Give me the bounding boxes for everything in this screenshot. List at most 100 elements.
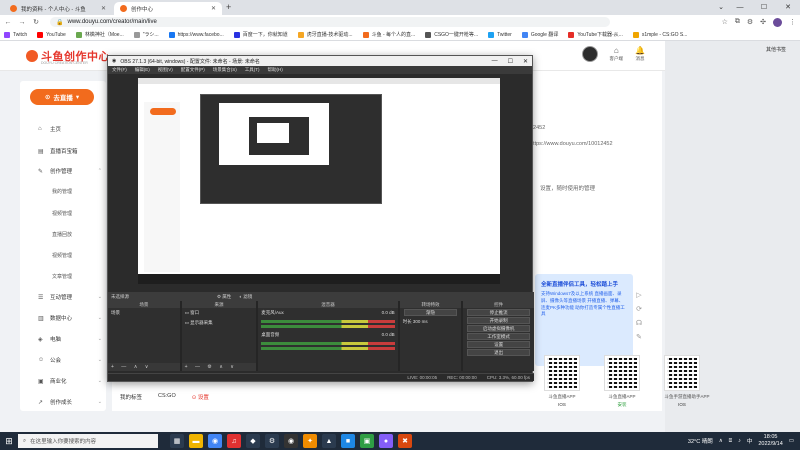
new-tab-icon[interactable]: + xyxy=(226,2,231,12)
bookmark-item[interactable]: 虎牙直播-技术驱动... xyxy=(297,31,353,38)
bookmark-item[interactable]: "ラシ... xyxy=(133,31,159,38)
sidebar-item-pc[interactable]: ◈ 电脑 ⌄ xyxy=(38,335,102,343)
volume-meter[interactable] xyxy=(261,325,395,328)
refresh-icon[interactable]: ⟳ xyxy=(636,305,642,313)
tab-close-icon[interactable]: ✕ xyxy=(101,5,106,12)
reload-icon[interactable]: ↻ xyxy=(32,18,40,26)
douyu-creator-logo[interactable]: 斗鱼创作中心 DOUYU CREATION CENTER xyxy=(26,48,110,65)
bookmark-item[interactable]: 百度一下，你就知道 xyxy=(233,31,288,38)
bookmark-item[interactable]: CSGO一键开枪等... xyxy=(425,31,478,38)
forward-icon[interactable]: → xyxy=(18,19,26,26)
menu-tools[interactable]: 工具(T) xyxy=(245,67,260,73)
tab-search-icon[interactable]: ⌄ xyxy=(714,0,728,15)
minimize-icon[interactable]: — xyxy=(728,0,752,15)
sidebar-item-business[interactable]: ▣ 商业化 ⌄ xyxy=(38,377,102,385)
bookmark-item[interactable]: YouTube xyxy=(37,31,66,38)
close-window-icon[interactable]: ✕ xyxy=(523,58,528,65)
steam-icon[interactable]: ⚙ xyxy=(265,434,279,448)
bookmark-item[interactable]: 斗鱼 - 每个人的直... xyxy=(362,31,415,38)
app-icon[interactable]: ◆ xyxy=(246,434,260,448)
volume-meter[interactable] xyxy=(261,347,395,350)
bookmark-item[interactable]: Twitch xyxy=(4,31,27,38)
menu-view[interactable]: 视图(V) xyxy=(158,67,173,73)
sidebar-item-creation[interactable]: ✎ 创作管理 ⌃ xyxy=(38,167,102,175)
maximize-icon[interactable]: ☐ xyxy=(752,0,776,15)
app-icon[interactable]: ■ xyxy=(341,434,355,448)
sidebar-subitem[interactable]: 视频管理 xyxy=(52,252,72,259)
stop-streaming-button[interactable]: 停止推流 xyxy=(467,309,530,316)
exit-button[interactable]: 退出 xyxy=(467,349,530,356)
bookmark-item[interactable]: s1mple - CS:GO S... xyxy=(632,31,687,38)
obs-taskbar-icon[interactable]: ◉ xyxy=(284,434,298,448)
taskbar-search[interactable]: ⌕ 在这里输入你要搜索的内容 xyxy=(18,434,158,448)
tag-my-tags[interactable]: 我的标签 xyxy=(120,393,142,401)
tag-settings[interactable]: ⊙ 设置 xyxy=(192,393,209,401)
source-controls[interactable]: + — ⚙ ∧ ∨ xyxy=(181,363,257,371)
close-window-icon[interactable]: ✕ xyxy=(776,0,800,15)
settings-button[interactable]: 设置 xyxy=(467,341,530,348)
minimize-icon[interactable]: — xyxy=(492,58,498,65)
gear-icon[interactable]: ⚙ xyxy=(747,18,753,27)
obs-preview[interactable] xyxy=(138,78,500,284)
sidebar-subitem[interactable]: 文章管理 xyxy=(52,273,72,280)
scene-item[interactable]: 场景 xyxy=(108,308,180,318)
menu-scene-collection[interactable]: 场景集合(S) xyxy=(213,67,237,73)
settings-link[interactable]: 设置，随时使用的管理 xyxy=(540,184,595,192)
menu-profile[interactable]: 配置文件(P) xyxy=(181,67,205,73)
tray-up-icon[interactable]: ∧ xyxy=(719,438,723,444)
network-icon[interactable]: ⌸ xyxy=(729,438,732,445)
puzzle-icon[interactable]: ✣ xyxy=(760,18,766,27)
tab-close-icon[interactable]: ✕ xyxy=(211,5,216,12)
menu-file[interactable]: 文件(F) xyxy=(112,67,127,73)
client-button[interactable]: ⌂ 客户端 xyxy=(610,46,624,62)
volume-meter[interactable] xyxy=(261,320,395,323)
bookmark-item[interactable]: Twitter xyxy=(488,31,512,38)
menu-edit[interactable]: 编辑(E) xyxy=(135,67,150,73)
go-live-button[interactable]: ⊙ 去直播 ▾ xyxy=(30,89,94,105)
other-bookmarks-label[interactable]: 其他书签 xyxy=(766,46,786,53)
star-icon[interactable]: ☆ xyxy=(722,18,728,27)
source-item[interactable]: ▭ 显示器采集 xyxy=(182,318,257,328)
menu-dots-icon[interactable]: ⋮ xyxy=(789,18,796,27)
room-url[interactable]: https://www.douyu.com/10012452 xyxy=(530,141,613,147)
bookmark-item[interactable]: 林檎神社（Moe... xyxy=(75,31,124,38)
ime-icon[interactable]: 中 xyxy=(747,437,753,445)
maximize-icon[interactable]: ☐ xyxy=(508,58,513,65)
csgo-icon[interactable]: ✦ xyxy=(303,434,317,448)
sidebar-item-interaction[interactable]: ☰ 互动管理 ⌄ xyxy=(38,293,102,301)
back-icon[interactable]: ← xyxy=(4,19,12,26)
scene-controls[interactable]: + — ∧ ∨ xyxy=(108,363,180,371)
sidebar-subitem[interactable]: 我的管理 xyxy=(52,188,72,195)
clock[interactable]: 18:05 2022/9/14 xyxy=(758,434,782,447)
browser-tab-profile[interactable]: 我的资料 - 个人中心 - 斗鱼 ✕ xyxy=(4,2,112,15)
duration-input[interactable]: 300 ms xyxy=(413,319,428,324)
windows-start-icon[interactable]: ⊞ xyxy=(0,436,18,447)
netease-music-icon[interactable]: ♫ xyxy=(227,434,241,448)
sidebar-item-growth[interactable]: ↗ 创作成长 ⌄ xyxy=(38,398,102,406)
sidebar-item-home[interactable]: ⌂ 主页 xyxy=(38,125,102,133)
bookmark-item[interactable]: https://www.facebo... xyxy=(168,31,224,38)
notification-icon[interactable]: ▭ xyxy=(789,438,794,444)
volume-meter[interactable] xyxy=(261,342,395,345)
nvidia-icon[interactable]: ▣ xyxy=(360,434,374,448)
headset-icon[interactable]: ☊ xyxy=(636,319,642,327)
bookmark-item[interactable]: YouTube下载器-从... xyxy=(568,31,623,38)
sidebar-subitem[interactable]: 直播回放 xyxy=(52,231,72,238)
user-avatar[interactable] xyxy=(581,46,598,62)
sidebar-subitem[interactable]: 视频管理 xyxy=(52,210,72,217)
app-icon[interactable]: ✖ xyxy=(398,434,412,448)
sidebar-item-toolbox[interactable]: ▤ 直播百宝箱 xyxy=(38,147,102,156)
wegame-icon[interactable]: ▲ xyxy=(322,434,336,448)
properties-button[interactable]: ⚙ 属性 xyxy=(217,294,231,300)
source-item[interactable]: ▭ 窗口 xyxy=(182,308,257,318)
obs-window[interactable]: ◉ OBS 27.1.3 (64-bit, windows) - 配置文件: 未… xyxy=(107,55,534,382)
browser-tab-creator[interactable]: 创作中心 ✕ xyxy=(114,2,222,15)
companion-promo-card[interactable]: 全新直播伴侣工具，轻松踏上手 支持Windows7及以上系统 直播画面、录屏、摄… xyxy=(535,274,633,366)
play-icon[interactable]: ▷ xyxy=(636,291,641,299)
start-recording-button[interactable]: 开始录制 xyxy=(467,317,530,324)
sidebar-item-guild[interactable]: ☺ 公会 ⌄ xyxy=(38,356,102,364)
bookmark-item[interactable]: Google 翻译 xyxy=(521,31,558,38)
task-view-icon[interactable]: ▦ xyxy=(170,434,184,448)
volume-icon[interactable]: ♪ xyxy=(738,438,741,444)
tag-csgo[interactable]: CS:GO xyxy=(158,393,176,401)
